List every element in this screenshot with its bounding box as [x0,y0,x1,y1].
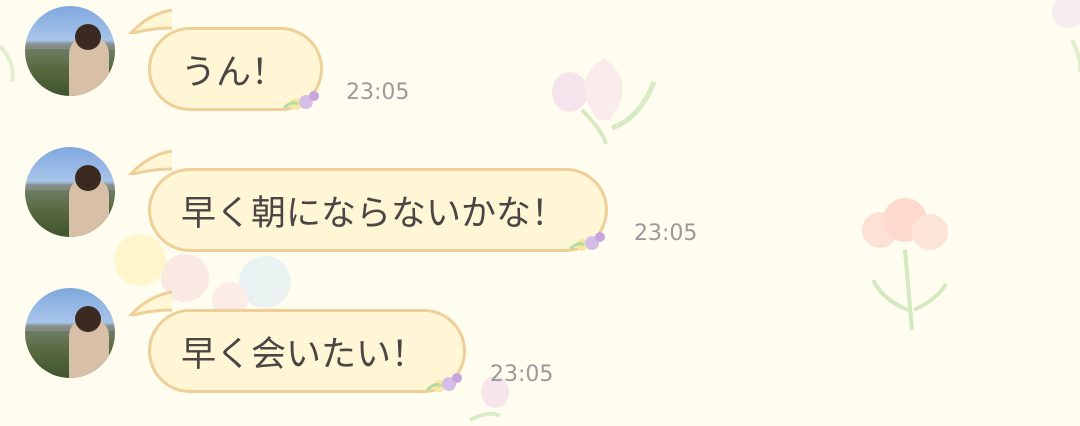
bubble-tail [128,8,173,34]
message-text: 早く会いたい！ [181,334,427,375]
avatar[interactable] [25,6,115,96]
message-timestamp: 23:05 [490,362,554,387]
message-bubble[interactable]: 早く朝にならないかな！ [148,168,608,252]
flower-decoration-icon [568,232,605,251]
bubble-tail [128,149,173,175]
flower-decoration-icon [282,91,319,110]
message-text: うん！ [181,52,287,93]
message-text: 早く朝にならないかな！ [181,193,567,234]
message-row: うん！ 23:05 [0,0,1080,111]
message-timestamp: 23:05 [634,221,698,246]
message-bubble[interactable]: 早く会いたい！ [148,309,466,393]
message-timestamp: 23:05 [346,80,410,105]
message-row: 早く朝にならないかな！ 23:05 [0,141,1080,252]
bubble-tail [128,290,173,316]
avatar[interactable] [25,147,115,237]
message-row: 早く会いたい！ 23:05 [0,282,1080,393]
flower-decoration-icon [425,373,462,392]
avatar[interactable] [25,288,115,378]
